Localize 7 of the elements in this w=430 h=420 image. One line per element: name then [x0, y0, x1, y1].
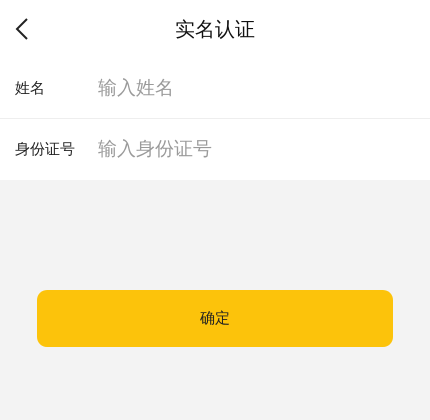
- input-field[interactable]: 输入姓名: [98, 74, 415, 102]
- confirm-button[interactable]: 确定: [37, 290, 393, 347]
- back-icon[interactable]: [14, 17, 30, 41]
- field-label: 身份证号: [15, 139, 76, 160]
- field-label: 姓名: [15, 78, 46, 99]
- page-title: 实名认证: [175, 16, 255, 43]
- input-field[interactable]: 输入身份证号: [98, 135, 415, 164]
